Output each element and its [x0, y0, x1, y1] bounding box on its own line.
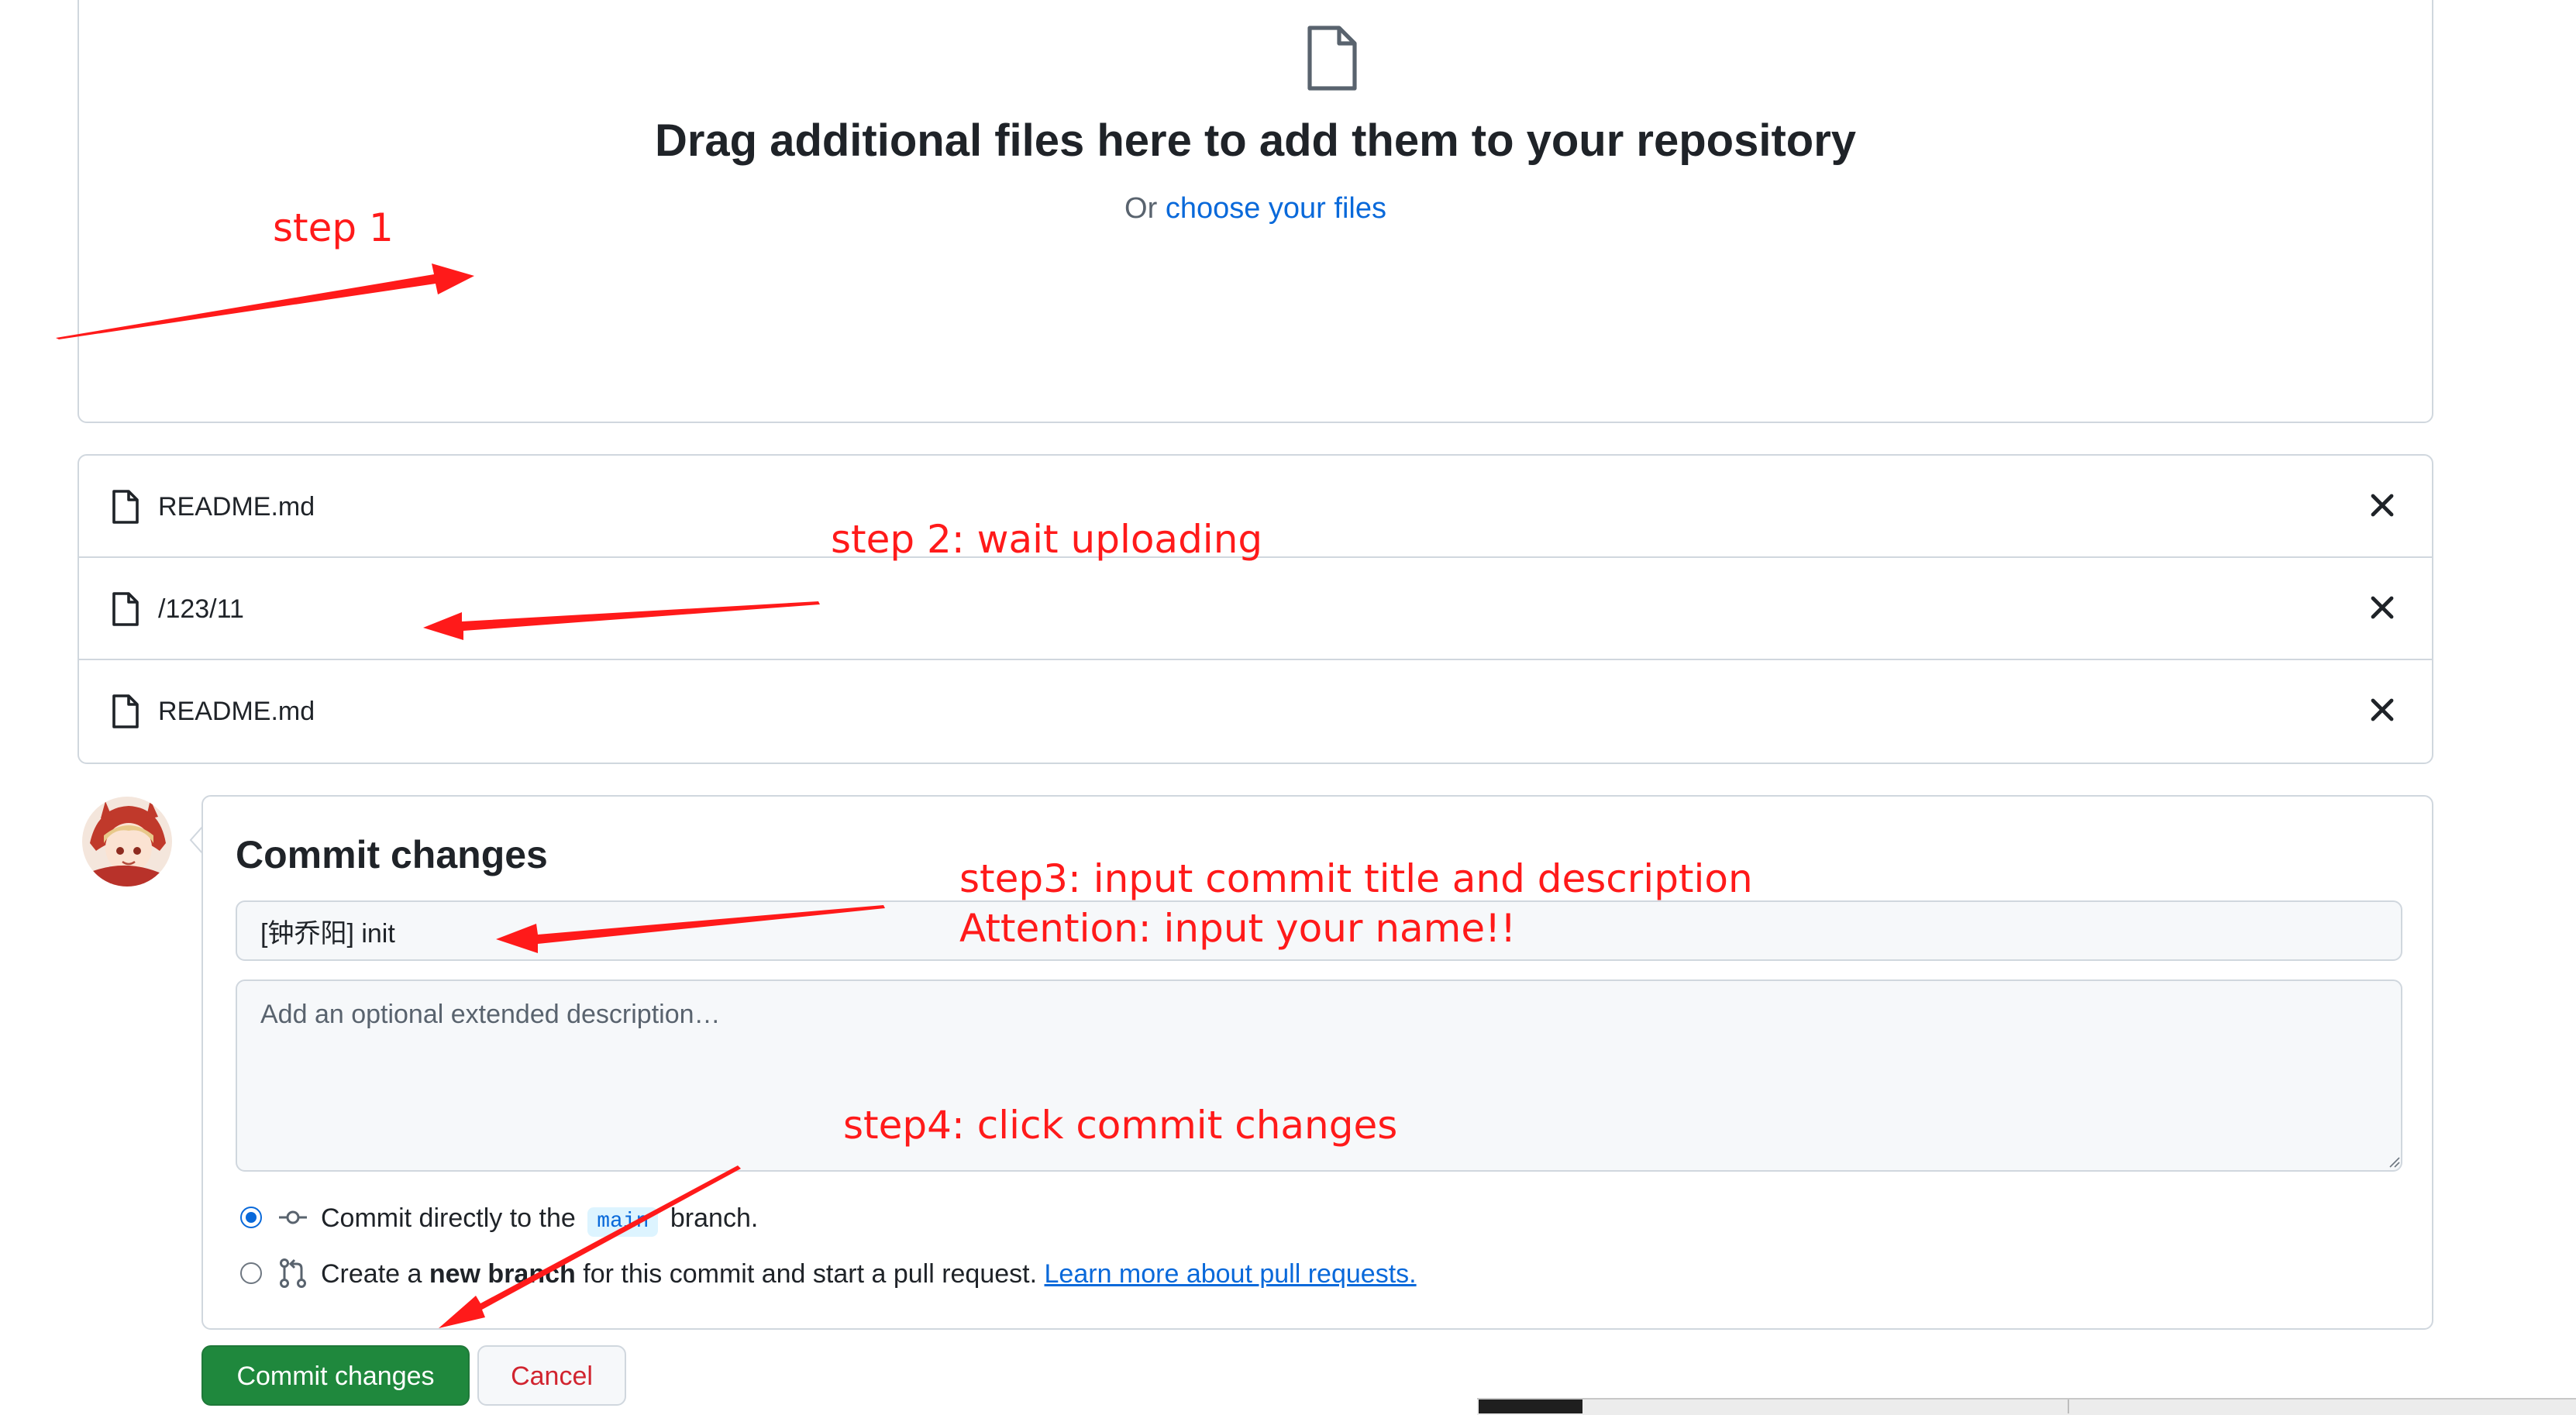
new-branch-text: Create a	[321, 1259, 422, 1289]
avatar-image	[82, 797, 172, 887]
file-icon	[1307, 26, 1357, 91]
learn-more-link[interactable]: Learn more about pull requests.	[1045, 1259, 1417, 1289]
annotation-step-4: step4: click commit changes	[843, 1103, 1398, 1148]
new-branch-radio[interactable]	[240, 1262, 262, 1285]
commit-heading: Commit changes	[236, 833, 548, 876]
commit-direct-option[interactable]: Commit directly to the main branch.	[240, 1201, 758, 1237]
choose-files-link[interactable]: choose your files	[1166, 192, 1386, 225]
new-branch-text-end: for this commit and start a pull request…	[583, 1259, 1038, 1289]
uploaded-file-list: README.md /123/11 README.md	[77, 454, 2433, 764]
user-avatar[interactable]	[82, 797, 172, 887]
annotation-step-1: step 1	[273, 205, 394, 250]
annotation-step-3: step3: input commit title and descriptio…	[959, 856, 1753, 901]
git-pull-request-icon	[280, 1258, 306, 1289]
commit-direct-radio[interactable]	[240, 1207, 262, 1229]
new-branch-option[interactable]: Create a new branch for this commit and …	[240, 1257, 1417, 1291]
taskbar-item[interactable]	[1479, 1400, 1582, 1413]
file-icon	[112, 694, 139, 728]
file-row: /123/11	[79, 558, 2432, 660]
branch-name-code: main	[587, 1207, 659, 1237]
git-commit-icon	[279, 1210, 307, 1224]
file-row: README.md	[79, 660, 2432, 763]
commit-changes-button[interactable]: Commit changes	[201, 1345, 470, 1406]
remove-file-x-icon[interactable]	[2365, 488, 2399, 522]
annotation-step-2: step 2: wait uploading	[831, 517, 1263, 562]
new-branch-bold: new branch	[429, 1259, 576, 1289]
commit-direct-text: Commit directly to the	[321, 1203, 576, 1233]
remove-file-x-icon[interactable]	[2365, 693, 2399, 727]
taskbar-divider	[2068, 1400, 2069, 1413]
annotation-attention: Attention: input your name!!	[959, 906, 1517, 951]
file-drop-zone[interactable]: Drag additional files here to add them t…	[77, 0, 2433, 423]
drop-zone-title: Drag additional files here to add them t…	[654, 115, 1857, 166]
remove-file-x-icon[interactable]	[2365, 590, 2399, 625]
file-name: /123/11	[158, 594, 244, 624]
file-name: README.md	[158, 492, 315, 522]
file-icon	[112, 490, 139, 524]
file-name: README.md	[158, 697, 315, 726]
drop-zone-subtitle: Or choose your files	[79, 192, 2432, 226]
file-icon	[112, 592, 139, 626]
taskbar-strip	[1477, 1398, 2576, 1415]
resize-handle-icon[interactable]	[2387, 1155, 2401, 1169]
commit-direct-text-end: branch.	[670, 1203, 759, 1233]
cancel-button[interactable]: Cancel	[477, 1345, 626, 1406]
or-text: Or	[1124, 192, 1158, 225]
